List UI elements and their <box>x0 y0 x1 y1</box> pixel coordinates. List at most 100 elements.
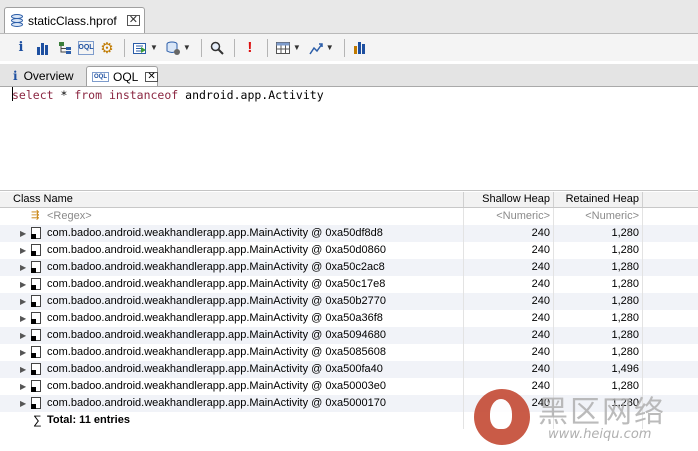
shallow-filter-input[interactable]: <Numeric> <box>463 208 553 225</box>
close-icon[interactable]: ✕ <box>145 71 158 82</box>
table-row[interactable]: ▶ com.badoo.android.weakhandlerapp.app.Ma… <box>0 344 698 361</box>
retained-heap-cell: 1,280 <box>553 276 643 293</box>
retained-heap-cell: 1,280 <box>553 344 643 361</box>
toolbar-separator <box>200 38 202 57</box>
table-row[interactable]: ▶ com.badoo.android.weakhandlerapp.app.Ma… <box>0 310 698 327</box>
object-instance-icon <box>31 244 41 256</box>
close-icon[interactable]: ✕ <box>126 15 140 26</box>
query-text: select * from instanceof android.app.Act… <box>12 88 324 102</box>
sum-icon: ∑ <box>33 413 42 427</box>
compare-icon[interactable] <box>351 39 369 57</box>
shallow-heap-cell: 240 <box>463 310 553 327</box>
expand-arrow-icon[interactable]: ▶ <box>20 378 26 395</box>
shallow-heap-cell: 240 <box>463 293 553 310</box>
retained-heap-cell: 1,280 <box>553 259 643 276</box>
expand-arrow-icon[interactable]: ▶ <box>20 293 26 310</box>
column-header-retained-heap[interactable]: Retained Heap <box>553 192 643 207</box>
retained-heap-cell: 1,280 <box>553 225 643 242</box>
column-header-shallow-heap[interactable]: Shallow Heap <box>463 192 553 207</box>
expand-arrow-icon[interactable]: ▶ <box>20 344 26 361</box>
gear-icon[interactable]: ⚙ <box>98 39 116 57</box>
export-icon[interactable] <box>307 39 325 57</box>
dominator-tree-icon[interactable] <box>56 39 74 57</box>
toolbar-separator <box>233 38 235 57</box>
oql-query-editor[interactable]: select * from instanceof android.app.Act… <box>0 87 698 191</box>
oql-icon: OQL <box>92 71 109 82</box>
retained-filter-input[interactable]: <Numeric> <box>553 208 643 225</box>
table-header: Class Name Shallow Heap Retained Heap <box>0 192 698 208</box>
tab-overview[interactable]: i Overview <box>8 66 79 86</box>
expand-arrow-icon[interactable]: ▶ <box>20 361 26 378</box>
histogram-icon[interactable] <box>34 39 52 57</box>
expand-arrow-icon[interactable]: ▶ <box>20 276 26 293</box>
keyword-from: from <box>74 88 103 102</box>
chevron-down-icon[interactable]: ▼ <box>326 43 334 52</box>
expand-arrow-icon[interactable]: ▶ <box>20 259 26 276</box>
expand-arrow-icon[interactable]: ▶ <box>20 395 26 412</box>
table-row[interactable]: ▶ com.badoo.android.weakhandlerapp.app.Ma… <box>0 225 698 242</box>
object-instance-icon <box>31 380 41 392</box>
table-row[interactable]: ▶ com.badoo.android.weakhandlerapp.app.Ma… <box>0 327 698 344</box>
info-icon[interactable]: i <box>12 39 30 57</box>
table-row[interactable]: ▶ com.badoo.android.weakhandlerapp.app.Ma… <box>0 242 698 259</box>
regex-filter-input[interactable]: <Regex> <box>47 208 463 225</box>
grid-icon[interactable] <box>274 39 292 57</box>
shallow-heap-cell: 240 <box>463 242 553 259</box>
retained-heap-cell: 1,280 <box>553 327 643 344</box>
expand-arrow-icon[interactable]: ▶ <box>20 242 26 259</box>
table-row[interactable]: ▶ com.badoo.android.weakhandlerapp.app.Ma… <box>0 361 698 378</box>
object-instance-icon <box>31 329 41 341</box>
filter-icon: ⇶ <box>31 210 40 221</box>
shallow-heap-cell: 240 <box>463 225 553 242</box>
class-name-cell: com.badoo.android.weakhandlerapp.app.Mai… <box>47 261 385 273</box>
file-tab[interactable]: staticClass.hprof ✕ <box>4 7 145 33</box>
table-row[interactable]: ▶ com.badoo.android.weakhandlerapp.app.Ma… <box>0 276 698 293</box>
toolbar-separator <box>266 38 268 57</box>
class-name-cell: com.badoo.android.weakhandlerapp.app.Mai… <box>47 244 386 256</box>
table-row[interactable]: ▶ com.badoo.android.weakhandlerapp.app.Ma… <box>0 259 698 276</box>
shallow-heap-cell: 240 <box>463 327 553 344</box>
object-instance-icon <box>31 261 41 273</box>
chevron-down-icon[interactable]: ▼ <box>293 43 301 52</box>
shallow-heap-cell: 240 <box>463 344 553 361</box>
retained-heap-cell: 1,280 <box>553 242 643 259</box>
filter-row: ⇶ <Regex> <Numeric> <Numeric> <box>0 208 698 225</box>
watermark-logo-icon <box>474 389 530 445</box>
editor-tab-strip: staticClass.hprof ✕ <box>0 0 698 34</box>
class-name-cell: com.badoo.android.weakhandlerapp.app.Mai… <box>47 278 386 290</box>
heap-dump-icon <box>11 13 23 28</box>
object-instance-icon <box>31 312 41 324</box>
view-tabs: i Overview OQL OQL ✕ <box>0 64 698 87</box>
retained-heap-cell: 1,496 <box>553 361 643 378</box>
alert-icon[interactable]: ! <box>241 39 259 57</box>
toolbar-separator <box>124 38 125 57</box>
column-header-class-name[interactable]: Class Name <box>10 192 463 207</box>
shallow-heap-cell: 240 <box>463 276 553 293</box>
class-name-cell: com.badoo.android.weakhandlerapp.app.Mai… <box>47 295 386 307</box>
object-instance-icon <box>31 397 41 409</box>
watermark: 黑区网络 www.heiqu.com <box>468 383 698 451</box>
query-star: * <box>53 88 75 102</box>
class-name-cell: com.badoo.android.weakhandlerapp.app.Mai… <box>47 380 386 392</box>
watermark-url: www.heiqu.com <box>548 427 652 442</box>
run-report-icon[interactable] <box>131 39 149 57</box>
object-instance-icon <box>31 227 41 239</box>
search-icon[interactable] <box>208 39 226 57</box>
expand-arrow-icon[interactable]: ▶ <box>20 327 26 344</box>
retained-heap-cell: 1,280 <box>553 293 643 310</box>
class-name-cell: com.badoo.android.weakhandlerapp.app.Mai… <box>47 363 383 375</box>
class-name-cell: com.badoo.android.weakhandlerapp.app.Mai… <box>47 346 386 358</box>
query-browser-icon[interactable] <box>164 39 182 57</box>
chevron-down-icon[interactable]: ▼ <box>150 43 158 52</box>
chevron-down-icon[interactable]: ▼ <box>183 43 191 52</box>
table-row[interactable]: ▶ com.badoo.android.weakhandlerapp.app.Ma… <box>0 293 698 310</box>
expand-arrow-icon[interactable]: ▶ <box>20 310 26 327</box>
class-name-cell: com.badoo.android.weakhandlerapp.app.Mai… <box>47 227 383 239</box>
toolbar: i OQL ⚙ ▼ ▼ ! ▼ ▼ <box>0 34 698 61</box>
tab-oql[interactable]: OQL OQL ✕ <box>86 66 158 86</box>
expand-arrow-icon[interactable]: ▶ <box>20 225 26 242</box>
oql-icon[interactable]: OQL <box>78 40 94 55</box>
retained-heap-cell: 1,280 <box>553 310 643 327</box>
object-instance-icon <box>31 363 41 375</box>
class-name-cell: com.badoo.android.weakhandlerapp.app.Mai… <box>47 312 383 324</box>
